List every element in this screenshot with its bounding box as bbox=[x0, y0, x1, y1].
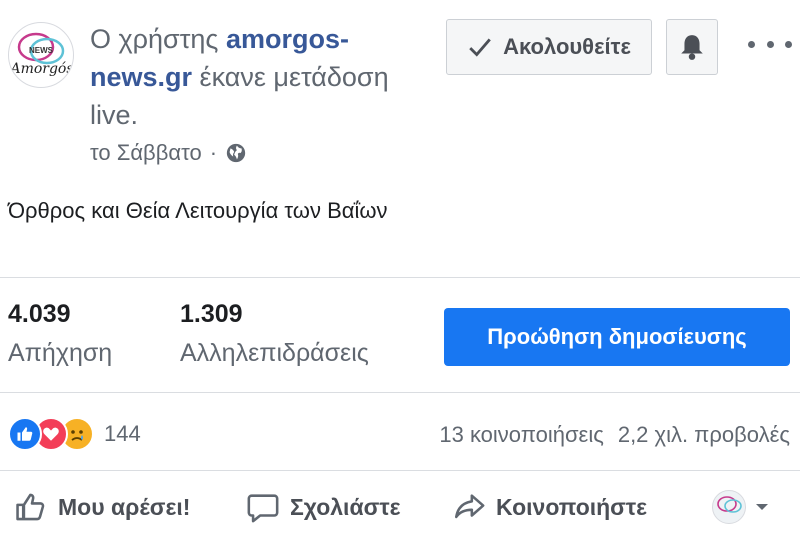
globe-icon[interactable] bbox=[225, 142, 247, 164]
like-label: Μου αρέσει! bbox=[58, 493, 191, 520]
reach-value: 4.039 bbox=[8, 300, 71, 328]
post-header: NEWS Αmorgós Ο χρήστης amorgos-news.gr έ… bbox=[0, 0, 800, 180]
divider bbox=[0, 392, 800, 393]
views-count[interactable]: 2,2 χιλ. προβολές bbox=[618, 422, 790, 448]
more-dot bbox=[748, 40, 755, 48]
like-button[interactable]: Μου αρέσει! bbox=[14, 490, 190, 524]
divider bbox=[0, 277, 800, 278]
more-dot bbox=[785, 40, 792, 48]
divider bbox=[0, 470, 800, 471]
post-headline: Ο χρήστης amorgos-news.gr έκανε μετάδοση… bbox=[90, 20, 420, 134]
svg-text:Αmorgós: Αmorgós bbox=[9, 61, 74, 77]
post-actions-bar: Μου αρέσει! Σχολιάστε Κοινοποιήστε bbox=[0, 490, 800, 533]
post-meta: το Σάββατο · bbox=[90, 140, 247, 166]
share-button[interactable]: Κοινοποιήστε bbox=[452, 490, 647, 524]
headline-prefix: Ο χρήστης bbox=[90, 24, 219, 54]
page-avatar-small bbox=[712, 490, 746, 524]
svg-text:NEWS: NEWS bbox=[29, 46, 54, 55]
post-text: Όρθρος και Θεία Λειτουργία των Βαΐων bbox=[8, 198, 388, 223]
bell-icon bbox=[681, 35, 703, 60]
like-reaction-icon bbox=[8, 417, 42, 451]
shares-count[interactable]: 13 κοινοποιήσεις bbox=[439, 422, 603, 448]
comment-button[interactable]: Σχολιάστε bbox=[246, 490, 401, 524]
chevron-down-icon bbox=[756, 504, 768, 510]
share-label: Κοινοποιήστε bbox=[496, 493, 648, 520]
boost-post-button[interactable]: Προώθηση δημοσίευσης bbox=[444, 308, 790, 366]
comment-icon bbox=[247, 494, 279, 523]
meta-separator: · bbox=[209, 140, 218, 165]
comment-label: Σχολιάστε bbox=[290, 493, 401, 520]
thumbs-up-icon bbox=[16, 493, 45, 521]
more-dot bbox=[766, 40, 774, 48]
notifications-button[interactable] bbox=[666, 19, 718, 75]
post-timestamp[interactable]: το Σάββατο bbox=[90, 140, 202, 166]
engagement-stat: 1.309 Αλληλεπιδράσεις bbox=[180, 300, 369, 368]
reaction-count[interactable]: 144 bbox=[104, 421, 141, 447]
following-label: Ακολουθείτε bbox=[503, 34, 631, 59]
more-options-button[interactable] bbox=[748, 32, 792, 56]
post-as-selector[interactable] bbox=[712, 490, 770, 524]
reach-label: Απήχηση bbox=[8, 339, 113, 367]
following-button[interactable]: Ακολουθείτε bbox=[446, 19, 652, 75]
engagement-label: Αλληλεπιδράσεις bbox=[180, 339, 369, 367]
share-arrow-icon bbox=[454, 494, 485, 519]
reach-stat: 4.039 Απήχηση bbox=[8, 300, 112, 368]
engagement-counts: 13 κοινοποιήσεις 2,2 χιλ. προβολές bbox=[439, 422, 790, 448]
page-avatar[interactable]: NEWS Αmorgós bbox=[8, 22, 74, 88]
reactions-summary[interactable]: 144 bbox=[8, 416, 141, 452]
checkmark-icon bbox=[469, 38, 491, 57]
engagement-value: 1.309 bbox=[180, 300, 243, 328]
